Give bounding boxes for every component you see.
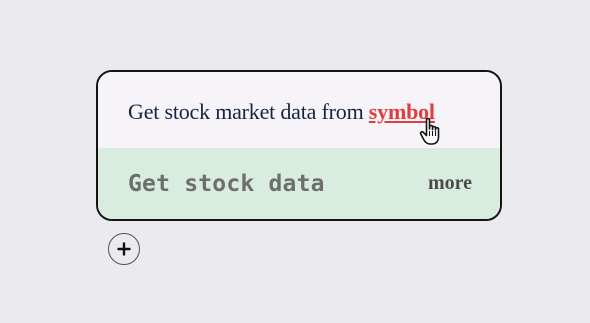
block-footer: Get stock data more xyxy=(98,148,500,219)
hand-pointer-icon xyxy=(419,117,440,145)
block-description: Get stock market data from symbol xyxy=(128,99,435,125)
action-label: Get stock data xyxy=(128,170,325,197)
stock-data-block[interactable]: Get stock market data from symbol Get st… xyxy=(96,70,502,221)
add-step-button[interactable] xyxy=(108,233,140,265)
description-text: Get stock market data from xyxy=(128,99,369,124)
more-button[interactable]: more xyxy=(428,172,472,195)
plus-icon xyxy=(117,242,131,256)
